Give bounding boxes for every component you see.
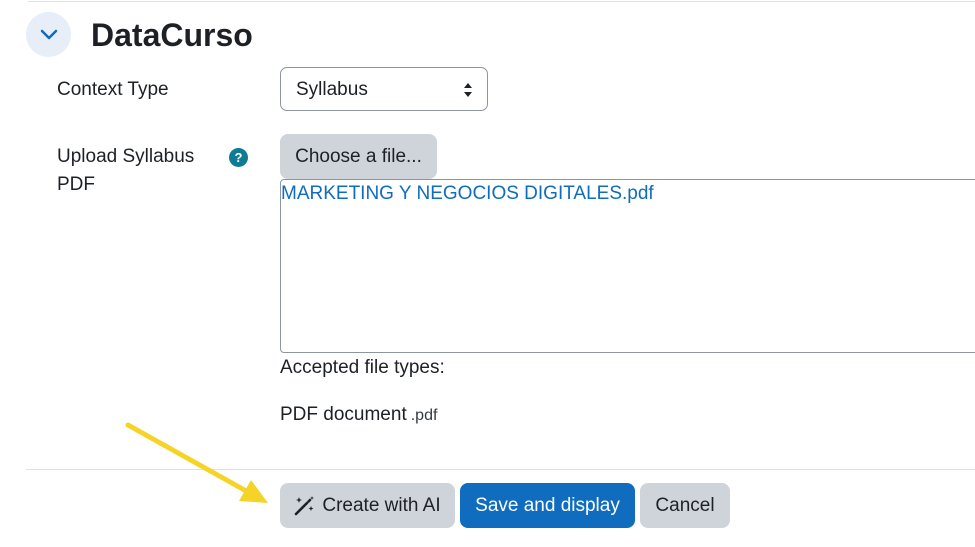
file-drop-area[interactable]: MARKETING Y NEGOCIOS DIGITALES.pdf [280,179,975,353]
cancel-button[interactable]: Cancel [640,483,730,528]
uploaded-file-link[interactable]: MARKETING Y NEGOCIOS DIGITALES.pdf [281,182,654,206]
file-type-extension: .pdf [410,407,438,424]
choose-file-button[interactable]: Choose a file... [280,134,437,179]
create-with-ai-label: Create with AI [322,494,441,516]
context-type-select[interactable]: Syllabus [280,67,488,111]
select-arrows-icon [464,83,472,97]
accepted-file-types-label: Accepted file types: [280,357,445,378]
save-and-display-button[interactable]: Save and display [460,483,635,528]
context-type-value: Syllabus [296,79,368,100]
accepted-file-type: PDF document .pdf [280,402,437,429]
create-with-ai-button[interactable]: Create with AI [280,483,455,528]
annotation-arrow-icon [125,422,268,503]
